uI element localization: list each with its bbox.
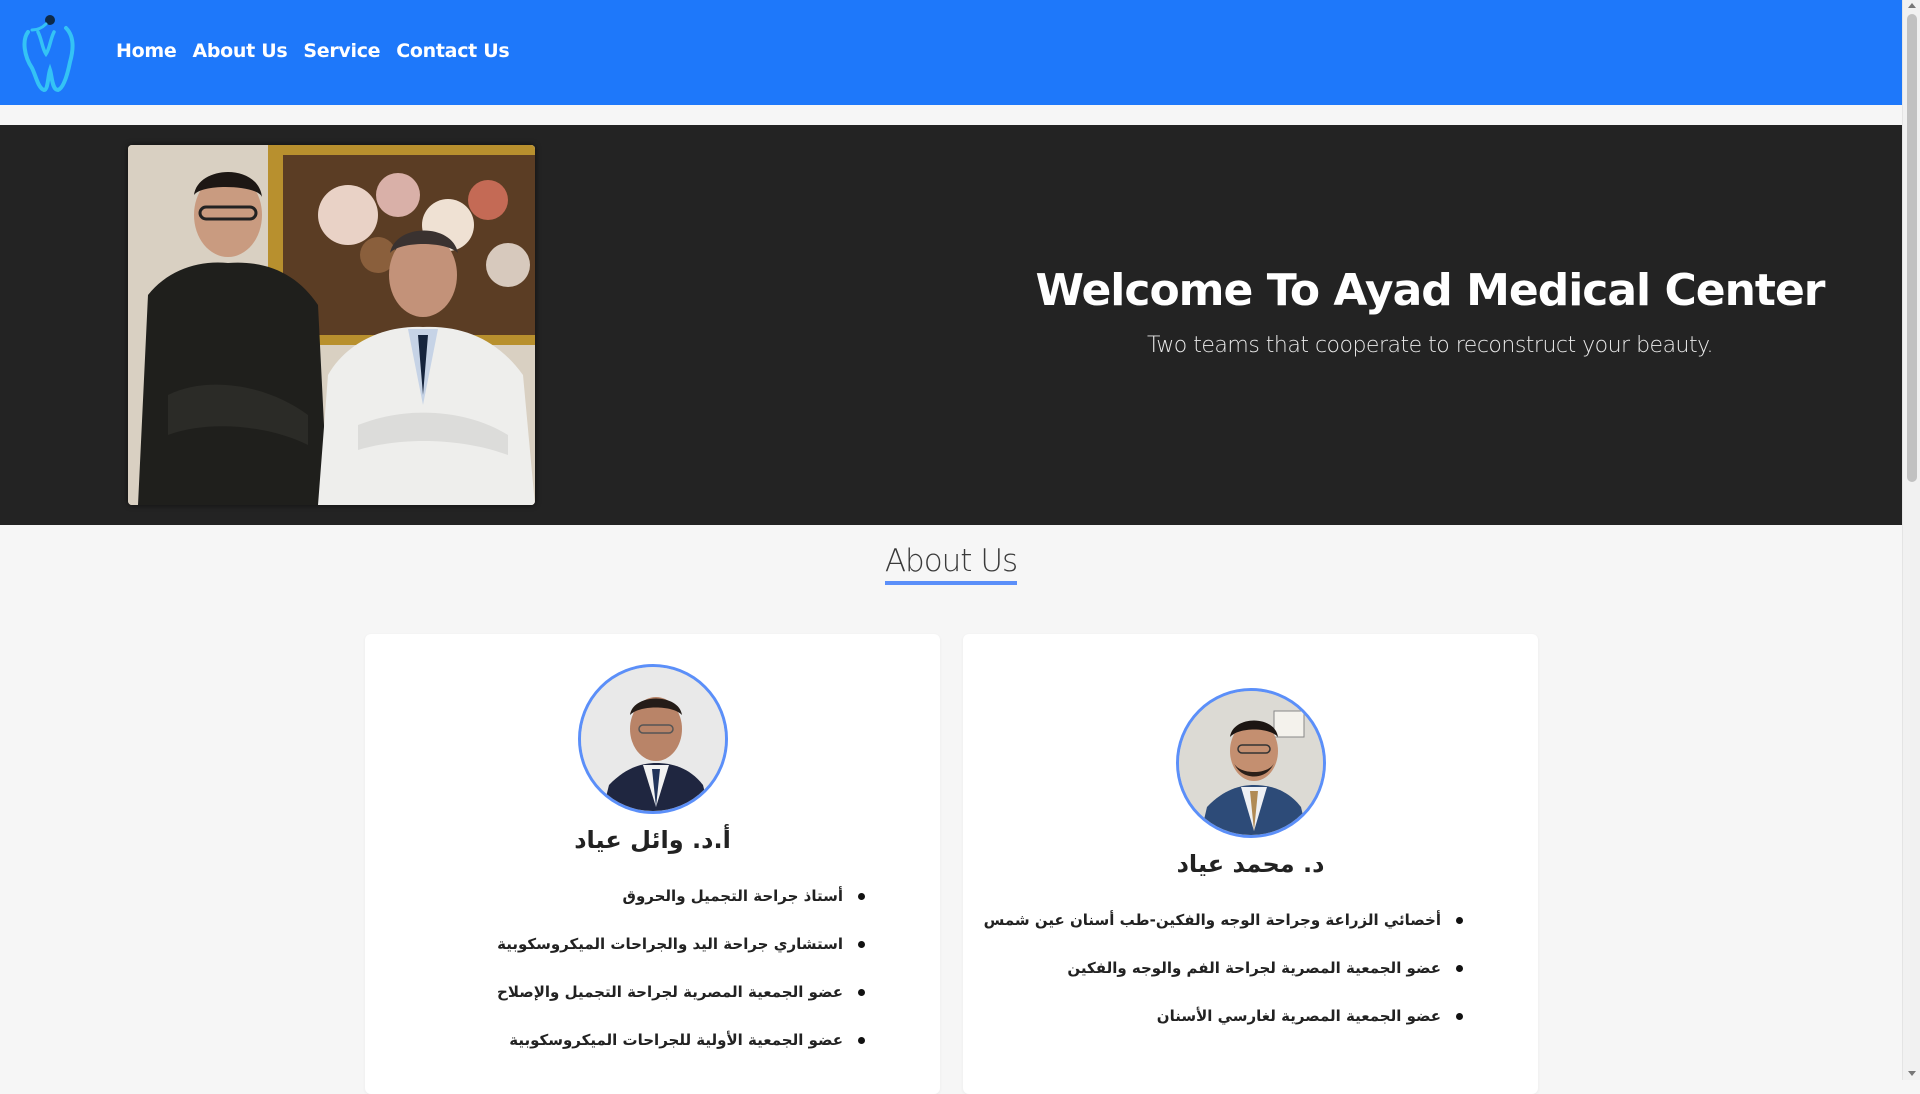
about-section: About Us bbox=[0, 543, 1902, 585]
bullet-icon bbox=[858, 1037, 865, 1044]
doctor-credentials-list: أخصائي الزراعة وجراحة الوجه والفكين-طب أ… bbox=[984, 910, 1463, 1054]
bullet-icon bbox=[1456, 917, 1463, 924]
credential-text: عضو الجمعية الأولية للجراحات الميكروسكوب… bbox=[509, 1031, 843, 1049]
doctor-card: د. محمد عياد أخصائي الزراعة وجراحة الوجه… bbox=[963, 634, 1538, 1094]
bullet-icon bbox=[858, 941, 865, 948]
doctor-name: أ.د. وائل عياد bbox=[574, 826, 731, 854]
hero-subtitle: Two teams that cooperate to reconstruct … bbox=[1147, 333, 1714, 358]
credential-text: أستاذ جراحة التجميل والحروق bbox=[622, 887, 843, 905]
doctor-avatar bbox=[577, 664, 728, 814]
list-item: أستاذ جراحة التجميل والحروق bbox=[497, 886, 865, 934]
nav-links: Home About Us Service Contact Us bbox=[116, 40, 525, 62]
list-item: عضو الجمعية الأولية للجراحات الميكروسكوب… bbox=[497, 1030, 865, 1078]
tooth-icon[interactable] bbox=[18, 10, 78, 94]
nav-divider bbox=[0, 105, 1902, 125]
doctor-credentials-list: أستاذ جراحة التجميل والحروق استشاري جراح… bbox=[497, 886, 865, 1078]
scrollbar-thumb[interactable] bbox=[1907, 14, 1917, 482]
nav-link-home[interactable]: Home bbox=[116, 40, 177, 62]
doctor-avatar bbox=[1175, 688, 1326, 838]
page-scrollbar[interactable] bbox=[1902, 0, 1920, 1080]
doctor-card: أ.د. وائل عياد أستاذ جراحة التجميل والحر… bbox=[365, 634, 940, 1094]
list-item: أخصائي الزراعة وجراحة الوجه والفكين-طب أ… bbox=[984, 910, 1463, 958]
list-item: استشاري جراحة اليد والجراحات الميكروسكوب… bbox=[497, 934, 865, 982]
list-item: عضو الجمعية المصرية لجراحة التجميل والإص… bbox=[497, 982, 865, 1030]
nav-link-contact-us[interactable]: Contact Us bbox=[396, 40, 509, 62]
nav-link-about-us[interactable]: About Us bbox=[192, 40, 287, 62]
credential-text: عضو الجمعية المصرية لجراحة التجميل والإص… bbox=[497, 983, 843, 1001]
credential-text: عضو الجمعية المصرية لغارسي الأسنان bbox=[1156, 1007, 1441, 1025]
scroll-up-icon[interactable] bbox=[1908, 3, 1916, 8]
credential-text: عضو الجمعية المصرية لجراحة الفم والوجه و… bbox=[1067, 959, 1441, 977]
list-item: عضو الجمعية المصرية لجراحة الفم والوجه و… bbox=[984, 958, 1463, 1006]
credential-text: استشاري جراحة اليد والجراحات الميكروسكوب… bbox=[497, 935, 843, 953]
doctor-name: د. محمد عياد bbox=[1176, 850, 1325, 878]
navbar: Home About Us Service Contact Us bbox=[0, 0, 1902, 105]
bullet-icon bbox=[1456, 1013, 1463, 1020]
bullet-icon bbox=[858, 989, 865, 996]
bullet-icon bbox=[858, 893, 865, 900]
credential-text: أخصائي الزراعة وجراحة الوجه والفكين-طب أ… bbox=[983, 911, 1441, 929]
bullet-icon bbox=[1456, 965, 1463, 972]
nav-link-service[interactable]: Service bbox=[303, 40, 380, 62]
hero-team-photo bbox=[128, 145, 535, 505]
list-item: عضو الجمعية المصرية لغارسي الأسنان bbox=[984, 1006, 1463, 1054]
scroll-down-icon[interactable] bbox=[1908, 1071, 1916, 1076]
about-heading: About Us bbox=[884, 543, 1018, 585]
hero-section: Welcome To Ayad Medical Center Two teams… bbox=[0, 125, 1902, 525]
hero-title: Welcome To Ayad Medical Center bbox=[1035, 265, 1825, 316]
